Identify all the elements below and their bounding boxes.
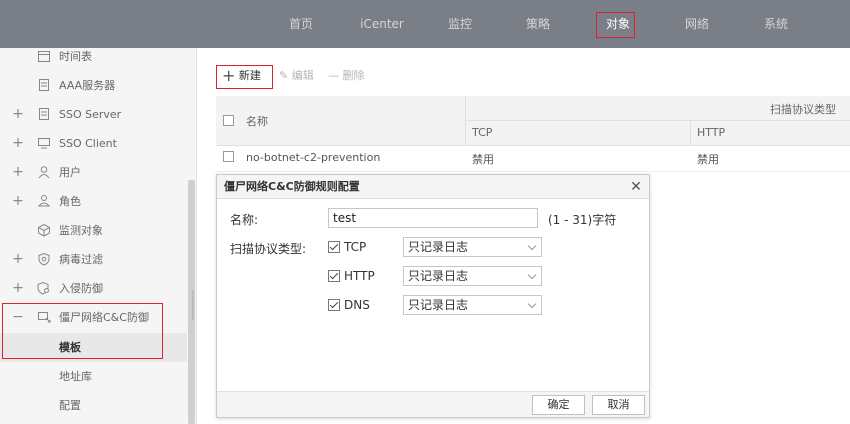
sidebar-subitem-address-library[interactable]: 地址库 bbox=[0, 362, 187, 391]
botnet-cc-highlight bbox=[2, 303, 163, 359]
sidebar-item-sso-server[interactable]: + SSO Server bbox=[0, 100, 187, 129]
http-checkbox-label: HTTP bbox=[344, 269, 375, 283]
server-icon bbox=[39, 108, 49, 120]
tcp-action-value: 只记录日志 bbox=[408, 240, 469, 254]
table-header-http: HTTP bbox=[691, 121, 850, 146]
edit-button-label: 编辑 bbox=[291, 69, 314, 82]
sidebar-item-antivirus[interactable]: + 病毒过滤 bbox=[0, 245, 187, 274]
table-header-tcp: TCP bbox=[466, 121, 691, 146]
dns-action-value: 只记录日志 bbox=[408, 298, 469, 312]
sidebar-item-sso-client[interactable]: + SSO Client bbox=[0, 129, 187, 158]
row-name: no-botnet-c2-prevention bbox=[246, 151, 381, 164]
http-action-value: 只记录日志 bbox=[408, 269, 469, 283]
sidebar-item-label: 时间表 bbox=[59, 50, 92, 63]
sidebar-item-users[interactable]: + 用户 bbox=[0, 158, 187, 187]
sidebar-item-schedule[interactable]: 时间表 bbox=[0, 48, 187, 71]
dialog-footer: 确定 取消 bbox=[217, 391, 649, 417]
sidebar-item-intrusion-prevention[interactable]: + 入侵防御 bbox=[0, 274, 187, 303]
chevron-down-icon bbox=[527, 241, 537, 251]
column-header-http: HTTP bbox=[697, 126, 726, 139]
expand-icon[interactable]: + bbox=[12, 187, 24, 216]
close-icon[interactable]: ✕ bbox=[629, 175, 643, 199]
checkbox-checked-icon bbox=[328, 299, 340, 311]
sidebar-item-label: 病毒过滤 bbox=[59, 253, 103, 266]
sidebar-item-roles[interactable]: + 角色 bbox=[0, 187, 187, 216]
expand-icon[interactable]: + bbox=[12, 158, 24, 187]
chevron-down-icon bbox=[527, 270, 537, 280]
sidebar-item-aaa-server[interactable]: AAA服务器 bbox=[0, 71, 187, 100]
sidebar-item-label: 入侵防御 bbox=[59, 282, 103, 295]
nav-system[interactable]: 系统 bbox=[756, 0, 796, 48]
row-tcp: 禁用 bbox=[472, 153, 494, 166]
http-checkbox[interactable]: HTTP bbox=[328, 266, 398, 286]
nav-objects-highlight bbox=[596, 12, 635, 38]
row-http: 禁用 bbox=[697, 153, 719, 166]
expand-icon[interactable]: + bbox=[12, 129, 24, 158]
new-button-highlight bbox=[216, 65, 273, 89]
cube-icon bbox=[38, 223, 50, 237]
sidebar-item-label: SSO Client bbox=[59, 137, 117, 150]
expand-icon[interactable]: + bbox=[12, 100, 24, 129]
top-navigation-bar: 首页 iCenter 监控 策略 对象 网络 系统 bbox=[0, 0, 850, 48]
sidebar-item-label: 监测对象 bbox=[59, 224, 103, 237]
name-hint: (1 - 31)字符 bbox=[548, 213, 617, 227]
select-all-checkbox[interactable] bbox=[223, 115, 234, 126]
ok-button[interactable]: 确定 bbox=[532, 395, 585, 415]
shield-icon bbox=[38, 252, 50, 266]
edit-button[interactable]: ✎ 编辑 bbox=[279, 64, 321, 88]
calendar-icon bbox=[38, 51, 50, 62]
dns-action-select[interactable]: 只记录日志 bbox=[403, 295, 542, 315]
expand-icon[interactable]: + bbox=[12, 274, 24, 303]
column-header-name: 名称 bbox=[246, 115, 268, 128]
protocol-label: 扫描协议类型: bbox=[230, 242, 307, 256]
shield-search-icon bbox=[37, 281, 49, 295]
nav-home[interactable]: 首页 bbox=[281, 0, 321, 48]
nav-network[interactable]: 网络 bbox=[677, 0, 717, 48]
nav-monitor[interactable]: 监控 bbox=[440, 0, 480, 48]
table-row[interactable]: no-botnet-c2-prevention 禁用 禁用 bbox=[216, 146, 850, 172]
sidebar-item-label: 用户 bbox=[59, 166, 81, 179]
sidebar-item-label: 角色 bbox=[59, 195, 81, 208]
tcp-checkbox-label: TCP bbox=[344, 240, 367, 254]
checkbox-checked-icon bbox=[328, 270, 340, 282]
dns-checkbox-label: DNS bbox=[344, 298, 370, 312]
chevron-down-icon bbox=[527, 299, 537, 309]
sidebar-item-label: SSO Server bbox=[59, 108, 122, 121]
role-icon bbox=[37, 195, 51, 207]
sidebar-subitem-config[interactable]: 配置 bbox=[0, 391, 187, 420]
sidebar: 时间表 AAA服务器 + SSO Server + SSO Client + 用… bbox=[0, 48, 197, 424]
tcp-action-select[interactable]: 只记录日志 bbox=[403, 237, 542, 257]
dns-checkbox[interactable]: DNS bbox=[328, 295, 388, 315]
row-checkbox[interactable] bbox=[223, 151, 234, 162]
nav-policy[interactable]: 策略 bbox=[518, 0, 558, 48]
monitor-icon bbox=[38, 138, 50, 149]
http-action-select[interactable]: 只记录日志 bbox=[403, 266, 542, 286]
sidebar-item-label: 地址库 bbox=[59, 370, 92, 383]
column-header-tcp: TCP bbox=[472, 126, 493, 139]
name-input[interactable]: test bbox=[328, 208, 538, 228]
nav-icenter[interactable]: iCenter bbox=[358, 0, 406, 48]
table-header-name: 名称 bbox=[216, 96, 466, 146]
user-icon bbox=[38, 166, 50, 179]
server-icon bbox=[39, 79, 49, 91]
tcp-checkbox[interactable]: TCP bbox=[328, 237, 388, 257]
dialog-title: 僵尸网络C&C防御规则配置 bbox=[217, 175, 649, 199]
expand-icon[interactable]: + bbox=[12, 245, 24, 274]
sidebar-item-label: AAA服务器 bbox=[59, 79, 116, 92]
sidebar-item-monitor-objects[interactable]: 监测对象 bbox=[0, 216, 187, 245]
name-label: 名称: bbox=[230, 213, 259, 227]
cancel-button[interactable]: 取消 bbox=[592, 395, 645, 415]
pane-splitter-handle[interactable] bbox=[192, 290, 194, 320]
checkbox-checked-icon bbox=[328, 241, 340, 253]
sidebar-item-label: 配置 bbox=[59, 399, 81, 412]
botnet-rule-dialog: 僵尸网络C&C防御规则配置 ✕ 名称: test (1 - 31)字符 扫描协议… bbox=[216, 174, 650, 418]
column-header-scan-protocol: 扫描协议类型 bbox=[770, 103, 836, 116]
delete-button[interactable]: — 删除 bbox=[328, 64, 370, 88]
delete-button-label: 删除 bbox=[342, 69, 365, 82]
pencil-icon: ✎ bbox=[279, 69, 289, 82]
table-header-group: 扫描协议类型 bbox=[466, 96, 850, 121]
minus-icon: — bbox=[328, 69, 339, 82]
